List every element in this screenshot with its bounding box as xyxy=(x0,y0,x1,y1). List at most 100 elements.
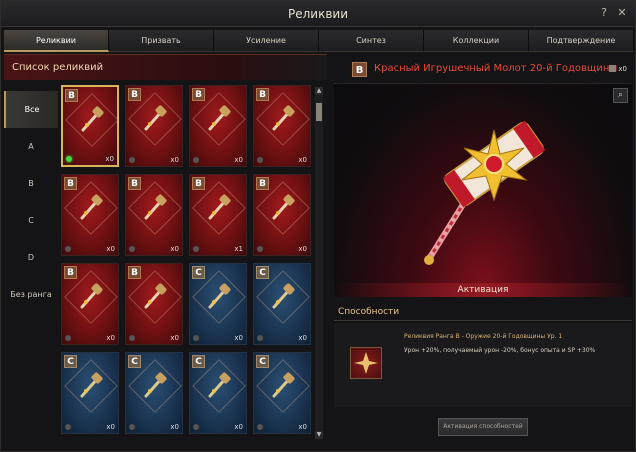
activate-abilities-button[interactable]: Активация способностей xyxy=(438,418,528,436)
status-dot-icon xyxy=(193,157,199,163)
relic-card[interactable]: Bx0 xyxy=(253,85,311,167)
rank-badge: B xyxy=(256,177,269,190)
rank-badge: B xyxy=(128,177,141,190)
rank-badge: B xyxy=(65,89,78,102)
greatsword-icon xyxy=(80,372,103,398)
help-icon[interactable]: ? xyxy=(597,6,611,20)
status-dot-icon xyxy=(257,157,263,163)
dagger-icon xyxy=(208,194,231,220)
relics-window: Реликвии ? ✕ Реликвии Призвать Усиление … xyxy=(0,0,636,452)
bow-icon xyxy=(144,194,167,220)
mace-icon xyxy=(272,194,295,220)
status-dot-icon xyxy=(193,424,199,430)
relic-owned-count-value: x0 xyxy=(618,65,627,73)
relic-count: x0 xyxy=(170,423,179,431)
status-dot-icon xyxy=(257,246,263,252)
filter-all[interactable]: Все xyxy=(4,91,58,128)
rapier-icon xyxy=(272,283,295,309)
status-dot-icon xyxy=(257,335,263,341)
relic-card[interactable]: Bx0 xyxy=(189,85,247,167)
relic-list-header: Список реликвий xyxy=(4,54,327,80)
relic-card[interactable]: Cx0 xyxy=(189,263,247,345)
magnify-icon[interactable]: ⌕ xyxy=(613,88,628,103)
relic-card[interactable]: Bx0 xyxy=(61,174,119,256)
filter-rank-d[interactable]: D xyxy=(4,239,58,276)
relic-count: x0 xyxy=(234,423,243,431)
halberd-icon xyxy=(144,372,167,398)
relic-list-title: Список реликвий xyxy=(12,62,104,73)
abilities-section-title: Способности xyxy=(334,303,632,321)
relic-name: Красный Игрушечный Молот 20-й Годовщины xyxy=(374,63,618,74)
status-dot-icon xyxy=(129,424,135,430)
tab-relics[interactable]: Реликвии xyxy=(4,30,109,52)
status-dot-icon xyxy=(129,246,135,252)
window-title: Реликвии xyxy=(287,7,348,21)
filter-rank-a[interactable]: A xyxy=(4,128,58,165)
rank-badge: B xyxy=(64,266,77,279)
relic-card[interactable]: Bx0 xyxy=(61,263,119,345)
relic-count: x0 xyxy=(298,423,307,431)
relic-grid: Bx0 Bx0 Bx0 Bx0 Bx0 Bx0 Bx1 Bx0 Bx0 Bx0 Cx0 Cx0 Cx0 C… xyxy=(61,85,313,439)
tab-enhance[interactable]: Усиление xyxy=(214,30,319,52)
inventory-icon xyxy=(609,65,617,72)
relic-card[interactable]: Bx0 xyxy=(125,263,183,345)
relic-count: x0 xyxy=(106,245,115,253)
tab-collections[interactable]: Коллекции xyxy=(424,30,529,52)
relic-count: x0 xyxy=(234,156,243,164)
scrollbar-thumb[interactable] xyxy=(316,103,322,121)
relic-card[interactable]: Cx0 xyxy=(253,352,311,434)
rank-badge: C xyxy=(192,266,205,279)
detail-rank-badge: B xyxy=(352,62,367,77)
relic-card[interactable]: Cx0 xyxy=(253,263,311,345)
relic-count: x0 xyxy=(170,156,179,164)
title-bar: Реликвии ? ✕ xyxy=(1,1,635,27)
relic-card[interactable]: Bx1 xyxy=(189,174,247,256)
relic-card[interactable]: Bx0 xyxy=(253,174,311,256)
relic-list-scrollbar[interactable] xyxy=(315,95,323,439)
relic-count: x0 xyxy=(105,155,114,163)
knife-icon xyxy=(208,372,231,398)
relic-card[interactable]: Bx0 xyxy=(125,174,183,256)
status-dot-icon xyxy=(65,424,71,430)
wand-icon xyxy=(144,283,167,309)
rank-badge: B xyxy=(128,88,141,101)
status-dot-icon xyxy=(129,335,135,341)
ability-emblem-icon xyxy=(350,347,382,379)
relic-card[interactable]: Cx0 xyxy=(125,352,183,434)
relic-card[interactable]: Bx0 xyxy=(61,85,119,167)
filter-rank-c[interactable]: C xyxy=(4,202,58,239)
status-dot-icon xyxy=(66,156,72,162)
toy-hammer-illustration xyxy=(424,120,546,265)
status-dot-icon xyxy=(65,246,71,252)
ability-panel: Реликвия Ранга B - Оружие 20-й Годовщины… xyxy=(334,323,632,407)
rank-badge: B xyxy=(192,177,205,190)
rank-badge: C xyxy=(256,355,269,368)
staff-icon xyxy=(208,105,231,131)
tab-summon[interactable]: Призвать xyxy=(109,30,214,52)
scroll-up-arrow-icon[interactable]: ▲ xyxy=(315,87,323,95)
close-icon[interactable]: ✕ xyxy=(615,6,629,20)
relic-card[interactable]: Cx0 xyxy=(61,352,119,434)
scroll-down-arrow-icon[interactable]: ▼ xyxy=(315,431,323,439)
tab-synthesis[interactable]: Синтез xyxy=(319,30,424,52)
relic-count: x0 xyxy=(106,423,115,431)
filter-rank-b[interactable]: B xyxy=(4,165,58,202)
status-dot-icon xyxy=(193,335,199,341)
blade-icon xyxy=(80,194,103,220)
star-emblem-icon xyxy=(354,352,378,374)
relic-card[interactable]: Bx0 xyxy=(125,85,183,167)
status-dot-icon xyxy=(129,157,135,163)
rank-badge: B xyxy=(192,88,205,101)
tab-confirmation[interactable]: Подтверждение xyxy=(529,30,634,52)
relic-card[interactable]: Cx0 xyxy=(189,352,247,434)
ability-name: Реликвия Ранга B - Оружие 20-й Годовщины… xyxy=(404,333,563,340)
filter-no-rank[interactable]: Без ранга xyxy=(4,276,58,313)
sword-icon xyxy=(272,105,295,131)
rank-badge: C xyxy=(256,266,269,279)
rank-badge: B xyxy=(256,88,269,101)
relic-count: x0 xyxy=(298,334,307,342)
relic-count: x0 xyxy=(170,245,179,253)
relic-count: x0 xyxy=(170,334,179,342)
axe-icon xyxy=(144,105,167,131)
relic-count: x1 xyxy=(234,245,243,253)
